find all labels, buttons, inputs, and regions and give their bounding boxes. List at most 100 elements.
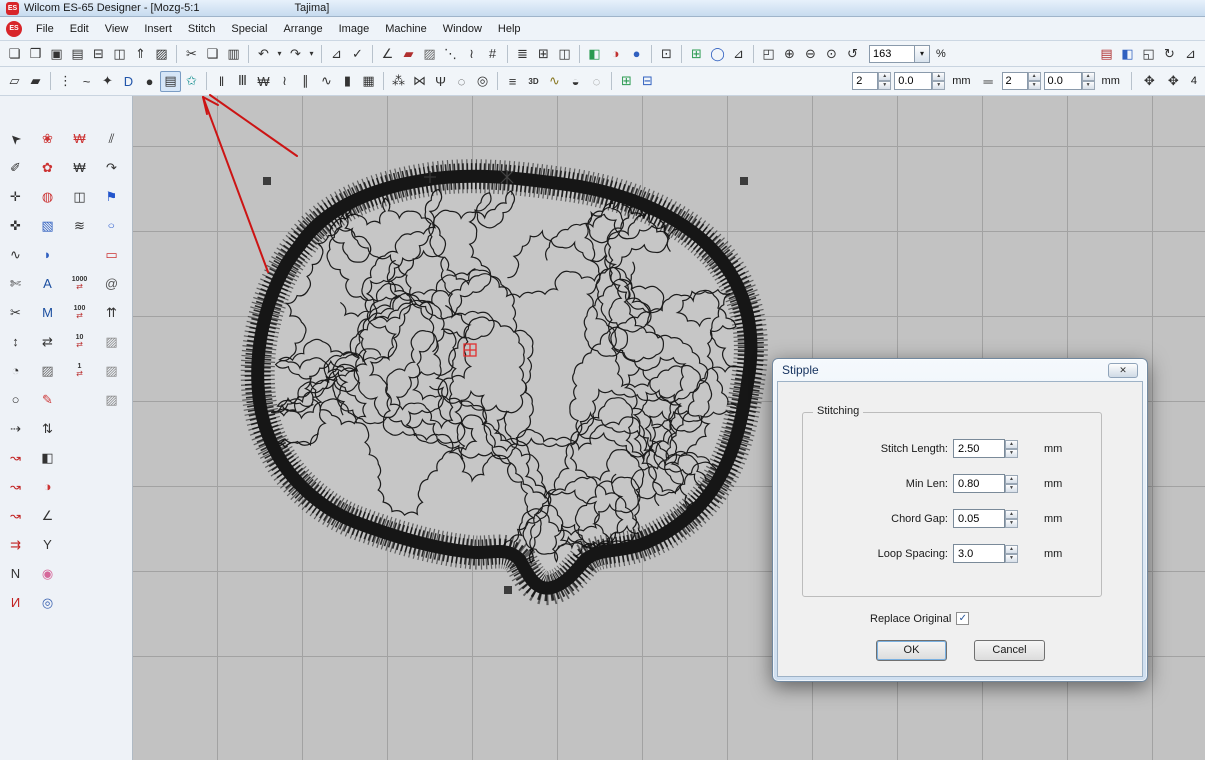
outline-dash-icon[interactable]: ≀ bbox=[461, 43, 482, 64]
travel-10-stitches[interactable]: 10⇄ bbox=[67, 329, 92, 354]
menu-image[interactable]: Image bbox=[331, 19, 378, 39]
grid-spacing-1-up-icon[interactable]: ▲ bbox=[932, 72, 945, 81]
stitch-view-icon[interactable]: ▰ bbox=[25, 71, 46, 92]
grid-count-2-input[interactable] bbox=[1002, 72, 1028, 90]
ring-tool[interactable]: ○ bbox=[3, 387, 28, 412]
stitch-list-tool[interactable]: ⇈ bbox=[99, 300, 124, 325]
chord-gap-down-icon[interactable]: ▼ bbox=[1005, 519, 1018, 528]
grid-spacing-2-down-icon[interactable]: ▼ bbox=[1082, 81, 1095, 90]
thread-chart-icon[interactable]: ◑ bbox=[605, 43, 626, 64]
stitch-length-up-icon[interactable]: ▲ bbox=[1005, 440, 1018, 449]
stipple-dialog-titlebar[interactable]: Stipple ✕ bbox=[773, 359, 1147, 381]
zigzag-stitch-icon[interactable]: ∿ bbox=[316, 71, 337, 92]
elastic-lettering-tool[interactable]: ↕ bbox=[3, 329, 28, 354]
ellipse-tool[interactable]: ○ bbox=[99, 213, 124, 238]
print-preview-icon[interactable]: ◫ bbox=[109, 43, 130, 64]
overview-window-icon[interactable]: ◱ bbox=[1138, 43, 1159, 64]
move-design-icon[interactable]: ✥ bbox=[1163, 71, 1184, 92]
menu-file[interactable]: File bbox=[28, 19, 62, 39]
menu-arrange[interactable]: Arrange bbox=[275, 19, 330, 39]
open-design-icon[interactable]: ❒ bbox=[25, 43, 46, 64]
grid-count-1-down-icon[interactable]: ▼ bbox=[878, 81, 891, 90]
stitch-angles-tool[interactable]: ∠ bbox=[35, 503, 60, 528]
stitch-direction-a-tool[interactable]: ↝ bbox=[3, 445, 28, 470]
stitch-length-down-icon[interactable]: ▼ bbox=[1005, 449, 1018, 458]
program-split-icon[interactable]: ⋈ bbox=[409, 71, 430, 92]
redo-dropdown-icon[interactable]: ▾ bbox=[306, 43, 317, 64]
stitch-length-input[interactable] bbox=[953, 439, 1005, 458]
machine-functions-icon[interactable]: ✦ bbox=[97, 71, 118, 92]
three-d-warp-icon[interactable]: 3D bbox=[523, 71, 544, 92]
outline-view-icon[interactable]: ▱ bbox=[4, 71, 25, 92]
motif-run-icon[interactable]: ₩ bbox=[253, 71, 274, 92]
show-hoop-icon[interactable]: ◯ bbox=[707, 43, 728, 64]
zoom-1to1-icon[interactable]: ⊙ bbox=[821, 43, 842, 64]
stitch-list-icon[interactable]: ≣ bbox=[512, 43, 533, 64]
menu-insert[interactable]: Insert bbox=[136, 19, 180, 39]
satin-fill-icon[interactable]: ▰ bbox=[398, 43, 419, 64]
spiral-fill-icon[interactable]: ◎ bbox=[472, 71, 493, 92]
tatami-fill-icon[interactable]: ▦ bbox=[358, 71, 379, 92]
stitch-generate-icon[interactable]: ⊿ bbox=[326, 43, 347, 64]
menu-machine[interactable]: Machine bbox=[377, 19, 435, 39]
flexi-split-icon[interactable]: Ψ bbox=[430, 71, 451, 92]
team-names-tool[interactable]: M bbox=[35, 300, 60, 325]
flower-favorites-tool[interactable]: ❀ bbox=[35, 126, 60, 151]
ok-button[interactable]: OK bbox=[876, 640, 947, 661]
stitch-direction-c-tool[interactable]: ↝ bbox=[3, 503, 28, 528]
column-stitch-tool[interactable]: ◫ bbox=[67, 184, 92, 209]
selection-handle-top-left[interactable] bbox=[263, 177, 271, 185]
partial-edge-icon[interactable]: ⊿ bbox=[1180, 43, 1201, 64]
redo-icon[interactable]: ↷ bbox=[285, 43, 306, 64]
menu-stitch[interactable]: Stitch bbox=[180, 19, 224, 39]
menu-help[interactable]: Help bbox=[490, 19, 529, 39]
design-docker-icon[interactable]: D bbox=[118, 71, 139, 92]
print-icon[interactable]: ⊟ bbox=[88, 43, 109, 64]
auto-spacing-icon[interactable]: ⊞ bbox=[616, 71, 637, 92]
manual-spacing-icon[interactable]: ⊟ bbox=[637, 71, 658, 92]
stipple-run-icon[interactable]: ▤ bbox=[160, 71, 181, 92]
zoom-out-icon[interactable]: ⊖ bbox=[800, 43, 821, 64]
hatch-fill-c-tool[interactable]: ▨ bbox=[99, 387, 124, 412]
contour-fill-icon[interactable]: ◌ bbox=[451, 71, 472, 92]
loop-spacing-down-icon[interactable]: ▼ bbox=[1005, 554, 1018, 563]
min-len-up-icon[interactable]: ▲ bbox=[1005, 475, 1018, 484]
replace-original-checkbox[interactable]: ✓ bbox=[956, 612, 969, 625]
menu-special[interactable]: Special bbox=[223, 19, 275, 39]
travel-1-stitch[interactable]: 1⇄ bbox=[67, 358, 92, 383]
export-machine-file-icon[interactable]: ⇑ bbox=[130, 43, 151, 64]
flag-tool[interactable]: ⚑ bbox=[99, 184, 124, 209]
motif-fill-icon[interactable]: ⁂ bbox=[388, 71, 409, 92]
scissors-tool[interactable]: ✂ bbox=[3, 300, 28, 325]
travel-100-stitches[interactable]: 100⇄ bbox=[67, 300, 92, 325]
process-check-icon[interactable]: ✓ bbox=[347, 43, 368, 64]
background-display-icon[interactable]: ◧ bbox=[1117, 43, 1138, 64]
select-tool[interactable]: ➤ bbox=[3, 126, 28, 151]
hoop-position-tool[interactable]: ◎ bbox=[35, 590, 60, 615]
flower-small-tool[interactable]: ✿ bbox=[35, 155, 60, 180]
fan-stitch-tool[interactable]: ◔ bbox=[3, 358, 28, 383]
zoom-box-icon[interactable]: ◰ bbox=[758, 43, 779, 64]
stitch-dot-icon[interactable]: ● bbox=[139, 71, 160, 92]
zoom-input[interactable] bbox=[869, 45, 915, 63]
save-design-icon[interactable]: ▣ bbox=[46, 43, 67, 64]
grid-count-2-down-icon[interactable]: ▼ bbox=[1028, 81, 1041, 90]
design-grid-icon[interactable]: ⊞ bbox=[533, 43, 554, 64]
elastic-fancy-tool[interactable]: ▨ bbox=[35, 358, 60, 383]
chord-gap-up-icon[interactable]: ▲ bbox=[1005, 510, 1018, 519]
undo-icon[interactable]: ↶ bbox=[253, 43, 274, 64]
crosshatch-icon[interactable]: # bbox=[482, 43, 503, 64]
curved-hatch-tool[interactable]: ↷ bbox=[99, 155, 124, 180]
new-design-icon[interactable]: ❏ bbox=[4, 43, 25, 64]
row-offset-icon[interactable]: ═ bbox=[978, 71, 999, 92]
object-color-icon[interactable]: ● bbox=[626, 43, 647, 64]
min-len-down-icon[interactable]: ▼ bbox=[1005, 484, 1018, 493]
cancel-button[interactable]: Cancel bbox=[974, 640, 1045, 661]
min-len-input[interactable] bbox=[953, 474, 1005, 493]
photo-stitch-tool[interactable]: ◗ bbox=[35, 242, 60, 267]
overlapping-objects-icon[interactable]: ◫ bbox=[554, 43, 575, 64]
mirror-merge-tool[interactable]: ✜ bbox=[3, 213, 28, 238]
copy-icon[interactable]: ❑ bbox=[202, 43, 223, 64]
lettering-tool[interactable]: A bbox=[35, 271, 60, 296]
chord-gap-input[interactable] bbox=[953, 509, 1005, 528]
